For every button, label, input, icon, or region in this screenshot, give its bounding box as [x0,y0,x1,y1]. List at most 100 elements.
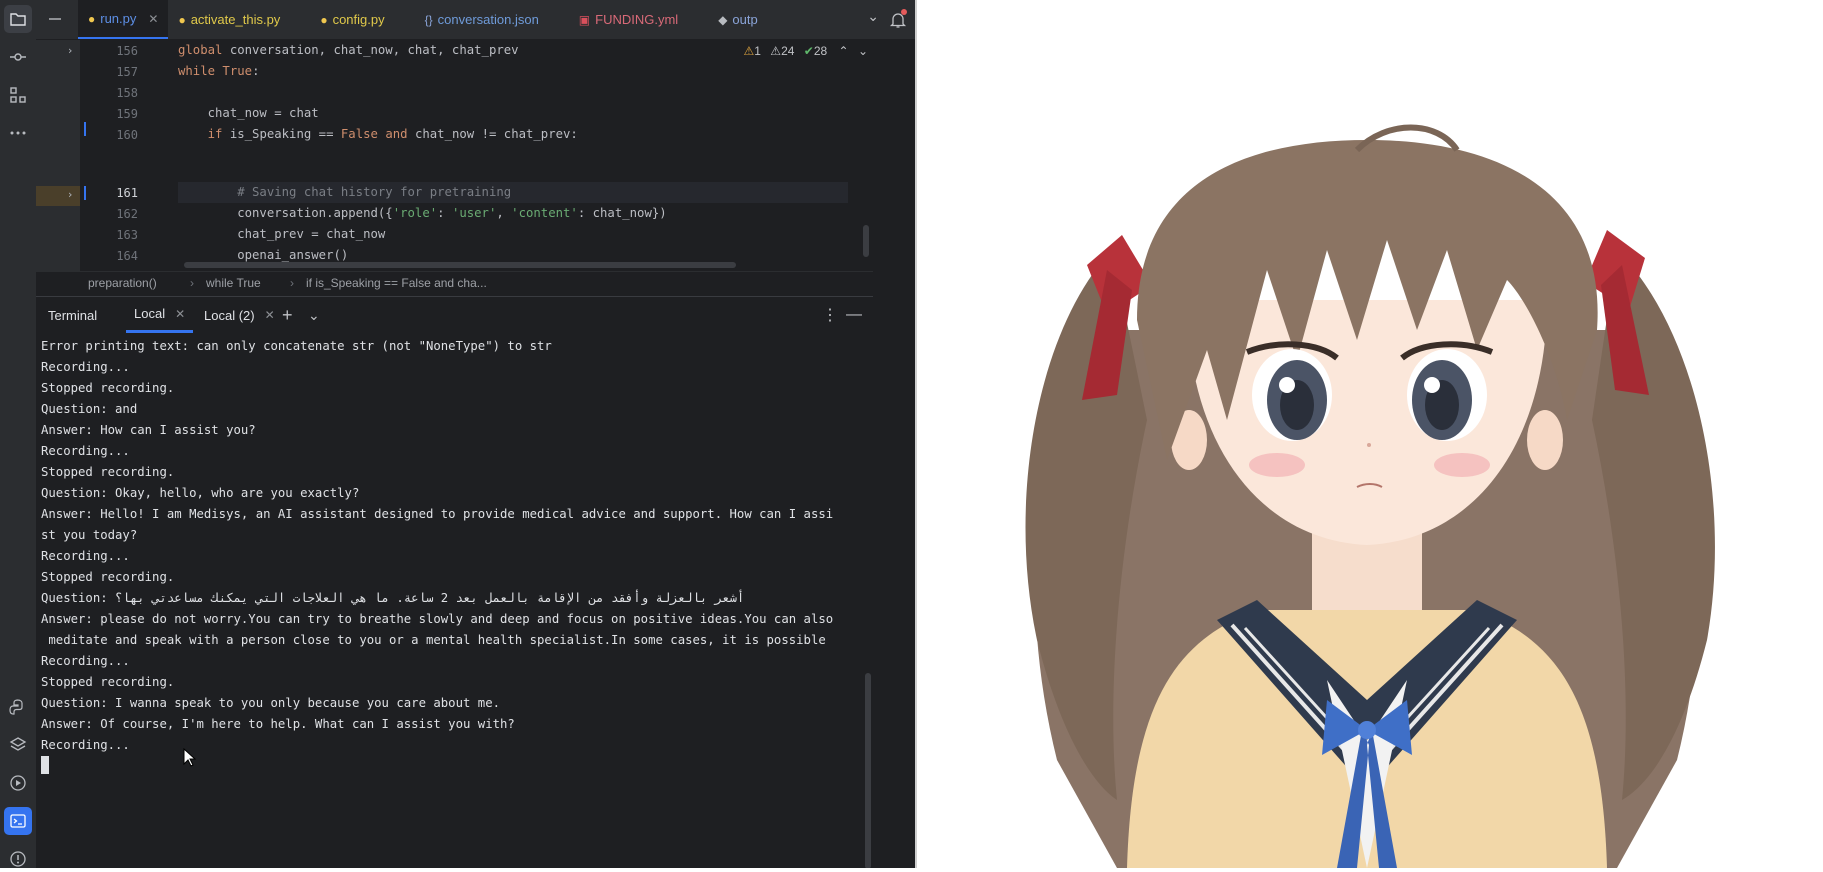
close-tab-icon[interactable]: ✕ [265,308,275,322]
output-file-icon: ◆ [718,12,728,27]
breadcrumb-separator: › [190,276,194,290]
terminal-line: Answer: please do not worry.You can try … [41,612,834,626]
new-tab-plus-icon[interactable]: + [282,297,293,333]
notification-dot [901,9,907,15]
json-file-icon: {} [424,12,433,27]
line-number: 160 [116,128,138,142]
tab-config-py[interactable]: ● config.py [290,0,394,39]
editor-tab-bar: ● run.py ✕ ● activate_this.py ● config.p… [36,0,915,40]
breadcrumb-separator: › [290,276,294,290]
close-tab-icon[interactable]: ✕ [148,12,158,26]
problems-icon[interactable] [4,845,32,868]
terminal-line: Answer: Of course, I'm here to help. Wha… [41,717,515,731]
python-console-icon[interactable] [4,693,32,721]
terminal-line: meditate and speak with a person close t… [41,633,826,647]
line-number: 158 [116,86,138,100]
close-tab-icon[interactable]: ✕ [175,307,185,321]
tab-output[interactable]: ◆ outp [688,0,768,39]
code-editor[interactable]: › › 156 157 158 159 160 161 162 163 164 … [36,40,873,271]
terminal-line: Recording... [41,360,130,374]
line-number: 162 [116,207,138,221]
terminal-line: Recording... [41,738,130,752]
line-number: 163 [116,228,138,242]
ide-window: ● run.py ✕ ● activate_this.py ● config.p… [0,0,915,868]
mouse-pointer-icon [183,748,197,767]
terminal-line: Stopped recording. [41,675,175,689]
tab-activate-this-py[interactable]: ● activate_this.py [168,0,290,39]
terminal-tab-local-2[interactable]: Local (2) ✕ [196,297,283,333]
gutter-highlight [36,186,80,206]
more-options-icon[interactable]: ⋮ [822,297,838,333]
more-tools-icon[interactable] [4,119,32,147]
horizontal-scrollbar[interactable] [184,262,736,268]
activity-bar [0,0,37,868]
tabs-dropdown-icon[interactable]: ⌄ [867,9,879,25]
terminal-line: st you today? [41,528,138,542]
code-line-162: conversation.append({'role': 'user', 'co… [178,206,667,220]
avatar-video-window [917,0,1823,868]
terminal-line: Error printing text: can only concatenat… [41,339,552,353]
chevron-right-icon[interactable]: › [68,44,72,57]
breadcrumb-item[interactable]: if is_Speaking == False and cha... [306,276,487,290]
code-line-159: chat_now = chat [178,106,319,120]
terminal-line: Recording... [41,654,130,668]
chevron-down-icon[interactable]: ⌄ [858,44,868,58]
terminal-cursor [41,756,49,774]
terminal-line: Answer: Hello! I am Medisys, an AI assis… [41,507,834,521]
chevron-down-icon[interactable]: ⌄ [308,297,320,333]
terminal-header: Terminal Local ✕ Local (2) ✕ + ⌄ ⋮ — [36,297,873,333]
structure-icon[interactable] [4,81,32,109]
breadcrumb: preparation() › while True › if is_Speak… [36,271,873,294]
line-number: 156 [116,44,138,58]
terminal-line: Recording... [41,549,130,563]
chevron-right-icon[interactable]: › [68,188,72,201]
inspection-widget[interactable]: ⚠1 ⚠24 ✔28 ⌃ ⌄ [744,44,869,58]
hide-icon[interactable] [46,10,64,28]
code-line-160: if is_Speaking == False and chat_now != … [178,127,578,141]
terminal-title: Terminal [48,308,98,323]
notifications-bell-icon[interactable] [881,0,915,39]
terminal-icon[interactable] [4,807,32,835]
tab-run-py[interactable]: ● run.py ✕ [78,0,169,39]
tab-funding-yml[interactable]: ▣ FUNDING.yml [549,0,688,39]
line-numbers: 156 157 158 159 160 161 162 163 164 [80,40,178,271]
breadcrumb-item[interactable]: while True [206,276,261,290]
terminal-line: Recording... [41,444,130,458]
weak-warning-icon: ⚠ [770,44,782,58]
line-number-current: 161 [116,186,138,200]
python-file-icon: ● [320,12,328,27]
anime-girl-avatar [1025,124,1715,868]
tab-conversation-json[interactable]: {} conversation.json [395,0,549,39]
python-file-icon: ● [88,11,96,26]
terminal-scrollbar[interactable] [865,673,871,868]
code-area[interactable]: global conversation, chat_now, chat, cha… [178,40,848,271]
breadcrumb-item[interactable]: preparation() [88,276,157,290]
yaml-file-icon: ▣ [578,12,591,27]
project-folder-icon[interactable] [4,5,32,33]
terminal-line: Stopped recording. [41,570,175,584]
python-file-icon: ● [178,12,186,27]
terminal-line: Stopped recording. [41,381,175,395]
terminal-line: Question: I wanna speak to you only beca… [41,696,501,710]
project-gutter: › › [36,40,80,271]
code-line-157: while True: [178,64,260,78]
terminal-line: Question: أشعر بالعزلة وأفقد من الإقامة … [41,591,745,605]
run-services-icon[interactable] [4,769,32,797]
minimize-icon[interactable]: — [846,297,862,333]
line-number: 157 [116,65,138,79]
terminal-line: Answer: How can I assist you? [41,423,256,437]
terminal-tab-local[interactable]: Local ✕ [126,297,194,333]
code-line-156: global conversation, chat_now, chat, cha… [178,43,519,57]
commit-icon[interactable] [4,43,32,71]
warning-icon: ⚠ [743,44,755,58]
editor-vertical-scrollbar[interactable] [863,225,869,257]
code-line-163: chat_prev = chat_now [178,227,386,241]
layers-icon[interactable] [4,731,32,759]
line-number: 164 [116,249,138,263]
terminal-line: Stopped recording. [41,465,175,479]
terminal-line: Question: and [41,402,138,416]
check-icon: ✔ [803,44,814,58]
code-line-161: # Saving chat history for pretraining [178,185,512,199]
terminal-panel[interactable]: Terminal Local ✕ Local (2) ✕ + ⌄ ⋮ — Err… [36,296,873,868]
chevron-up-icon[interactable]: ⌃ [839,44,849,58]
